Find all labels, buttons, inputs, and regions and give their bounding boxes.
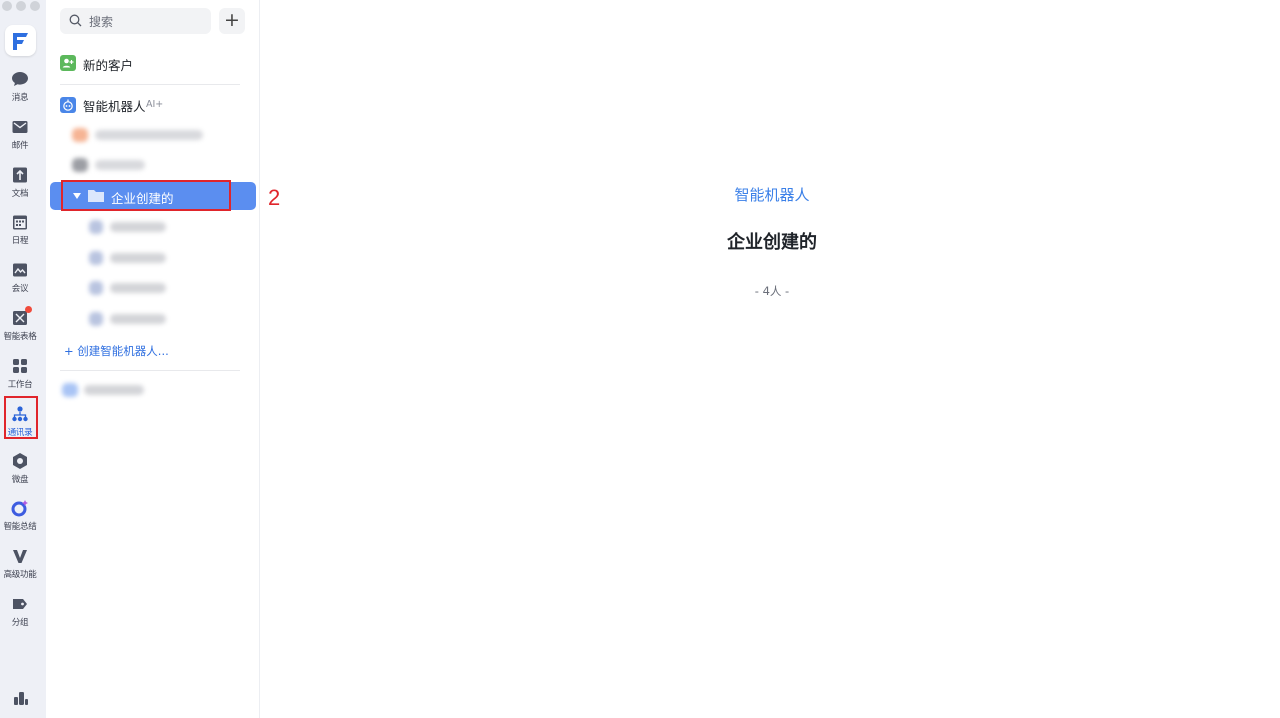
advanced-features-icon [13, 550, 27, 563]
annotation-marker-2: 2 [268, 185, 281, 210]
nav-label-calendar: 日程 [11, 236, 29, 246]
wecom-logo-icon [13, 33, 28, 50]
close-window-button[interactable] [2, 1, 12, 11]
redacted-text [110, 222, 166, 232]
avatar [72, 128, 88, 142]
nav-label-groups: 分组 [11, 618, 29, 628]
nav-label-messages: 消息 [11, 93, 29, 103]
add-button[interactable]: + [219, 8, 245, 34]
avatar [62, 383, 78, 397]
nav-advanced[interactable]: 高级功能 [0, 546, 40, 580]
avatar [89, 312, 103, 326]
nav-label-ai-summary: 智能总结 [3, 522, 37, 532]
nav-calendar[interactable]: 日程 [0, 212, 40, 246]
nav-more[interactable] [0, 688, 40, 708]
redacted-text [95, 130, 203, 140]
nav-workbench[interactable]: 工作台 [0, 356, 40, 390]
calendar-icon [13, 215, 27, 230]
new-customer-icon [60, 55, 76, 71]
redacted-text [110, 283, 166, 293]
robot-item-redacted[interactable] [46, 244, 259, 272]
contact-item-redacted[interactable] [46, 376, 259, 404]
nav-drive[interactable]: 微盘 [0, 451, 40, 485]
robot-item-redacted[interactable] [46, 121, 259, 149]
drive-icon [13, 453, 27, 469]
avatar [89, 220, 103, 234]
robot-item-redacted[interactable] [46, 305, 259, 333]
nav-groups[interactable]: 分组 [0, 594, 40, 628]
nav-mail[interactable]: 邮件 [0, 117, 40, 151]
detail-category: 智能机器人 [734, 186, 810, 204]
robot-icon [60, 97, 76, 113]
search-icon [69, 14, 82, 27]
document-icon [13, 167, 27, 183]
new-customers-item[interactable]: 新的客户 [46, 49, 259, 77]
chat-bubble-icon [12, 72, 28, 86]
meeting-icon [13, 263, 27, 277]
nav-label-advanced: 高级功能 [3, 570, 37, 580]
redacted-text [84, 385, 144, 395]
detail-title: 企业创建的 [727, 232, 817, 253]
redacted-text [110, 253, 166, 263]
nav-smart-sheet[interactable]: 智能表格 [0, 308, 40, 342]
robot-section-header[interactable]: 智能机器人 AI+ [46, 90, 259, 118]
annotation-box-2 [61, 180, 231, 211]
window-controls [2, 1, 40, 11]
avatar [89, 251, 103, 265]
nav-messages[interactable]: 消息 [0, 69, 40, 103]
redacted-text [95, 160, 145, 170]
new-customers-label: 新的客户 [83, 58, 134, 73]
robot-item-redacted[interactable] [46, 213, 259, 241]
robot-item-redacted[interactable] [46, 151, 259, 179]
zoom-window-button[interactable] [30, 1, 40, 11]
nav-meeting[interactable]: 会议 [0, 260, 40, 294]
unread-dot [25, 306, 32, 313]
ai-plus-badge: AI+ [146, 99, 164, 110]
minimize-window-button[interactable] [16, 1, 26, 11]
nav-ai-summary[interactable]: 智能总结 [0, 498, 40, 532]
app-nav-rail: 消息 邮件 文档 日程 会议 智能表格 工作台 通讯录 微盘 智能总结 高级功能… [0, 0, 46, 718]
nav-label-smart-sheet: 智能表格 [3, 332, 37, 342]
avatar [89, 281, 103, 295]
ai-summary-icon [11, 500, 28, 517]
redacted-text [110, 314, 166, 324]
search-input[interactable]: 搜索 [60, 8, 211, 34]
nav-label-drive: 微盘 [11, 475, 29, 485]
app-logo [5, 25, 36, 56]
workbench-icon [13, 359, 27, 373]
divider [60, 370, 240, 371]
create-robot-link[interactable]: + 创建智能机器人... [64, 343, 169, 359]
nav-label-workbench: 工作台 [7, 380, 33, 390]
nav-docs[interactable]: 文档 [0, 165, 40, 199]
nav-label-meeting: 会议 [11, 284, 29, 294]
divider [60, 84, 240, 85]
member-count: - 4人 - [754, 284, 790, 298]
avatar [72, 158, 88, 172]
contacts-panel: 搜索 + 新的客户 智能机器人 AI+ 企业创建的 + 创建智能机器人... [46, 0, 260, 718]
annotation-box-1 [4, 396, 38, 439]
nav-label-docs: 文档 [11, 189, 29, 199]
tag-icon [13, 599, 27, 609]
mail-icon [12, 121, 28, 133]
nav-label-mail: 邮件 [11, 141, 29, 151]
robot-item-redacted[interactable] [46, 274, 259, 302]
robot-section-label: 智能机器人 [83, 99, 146, 114]
search-placeholder: 搜索 [89, 15, 114, 29]
bar-stats-icon [14, 692, 28, 705]
